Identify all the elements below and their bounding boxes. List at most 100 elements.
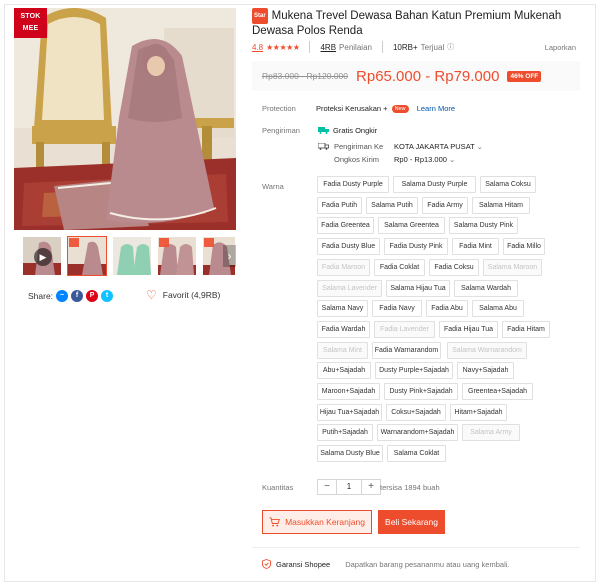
variant-option[interactable]: Fadia Wardah bbox=[317, 321, 370, 338]
info-icon[interactable]: ⓘ bbox=[447, 42, 454, 52]
variant-option: Salama Lavender bbox=[317, 280, 382, 297]
review-label: Penilaian bbox=[339, 42, 372, 52]
variant-option[interactable]: Salama Wardah bbox=[454, 280, 518, 297]
protection-text: Proteksi Kerusakan + bbox=[316, 104, 388, 113]
divider bbox=[381, 41, 383, 53]
main-product-image[interactable]: STOK MEE bbox=[14, 8, 236, 230]
variant-option: Fadia Lavender bbox=[374, 321, 435, 338]
variant-option[interactable]: Greentea+Sajadah bbox=[462, 383, 533, 400]
product-photo bbox=[14, 8, 236, 230]
free-shipping-truck-icon bbox=[318, 127, 329, 134]
chevron-down-icon: ⌄ bbox=[446, 155, 456, 164]
heart-icon: ♡ bbox=[146, 288, 157, 302]
favorite-button[interactable]: ♡ Favorit (4,9RB) bbox=[146, 288, 220, 302]
report-link[interactable]: Laporkan bbox=[545, 43, 576, 52]
original-price: Rp83.000 - Rp120.000 bbox=[262, 71, 349, 81]
variant-option[interactable]: Salama Putih bbox=[366, 197, 418, 214]
facebook-icon[interactable]: f bbox=[71, 290, 84, 302]
share-label: Share: bbox=[28, 291, 54, 301]
quantity-label: Kuantitas bbox=[262, 483, 294, 492]
badge-line-1: STOK bbox=[20, 13, 41, 20]
shipping-label: Pengiriman bbox=[262, 126, 300, 135]
thumbnail-image-2[interactable] bbox=[112, 236, 152, 276]
quantity-increase-button[interactable]: + bbox=[361, 479, 381, 495]
quantity-input[interactable]: 1 bbox=[337, 479, 361, 495]
shipping-to-label: Pengiriman Ke bbox=[334, 142, 384, 151]
quantity-decrease-button[interactable]: − bbox=[317, 479, 337, 495]
variant-option[interactable]: Fadia Coksu bbox=[429, 259, 479, 276]
variant-option[interactable]: Salama Hitam bbox=[472, 197, 530, 214]
learn-more-link[interactable]: Learn More bbox=[417, 104, 455, 113]
variant-option[interactable]: Dusty Purple+Sajadah bbox=[375, 362, 453, 379]
variant-option[interactable]: Fadia Mint bbox=[452, 238, 499, 255]
guarantee-text: Dapatkan barang pesananmu atau uang kemb… bbox=[345, 559, 510, 569]
variant-option[interactable]: Salama Coksu bbox=[480, 176, 536, 193]
pinterest-icon[interactable]: P bbox=[86, 290, 99, 302]
variant-option[interactable]: Putih+Sajadah bbox=[317, 424, 373, 441]
current-price: Rp65.000 - Rp79.000 bbox=[356, 67, 500, 85]
shipping-cost[interactable]: Rp0 - Rp13.000 ⌄ bbox=[394, 155, 455, 164]
variant-option[interactable]: Fadia Millo bbox=[503, 238, 545, 255]
product-page: STOK MEE ▶ › Share: ~ f P t ♡ Favorit (4… bbox=[0, 0, 600, 586]
shipping-destination-text: KOTA JAKARTA PUSAT bbox=[394, 142, 475, 151]
variant-option[interactable]: Fadia Hitam bbox=[502, 321, 550, 338]
chevron-down-icon: ⌄ bbox=[474, 142, 483, 151]
variant-option[interactable]: Fadia Warnarandom bbox=[372, 342, 441, 359]
variant-label: Warna bbox=[262, 182, 284, 191]
variant-option: Salama Maroon bbox=[483, 259, 542, 276]
variant-option[interactable]: Abu+Sajadah bbox=[317, 362, 371, 379]
rating-stars: ★★★★★ bbox=[266, 42, 300, 52]
thumbnail-strip: ▶ › bbox=[14, 236, 236, 278]
variant-option: Salama Mint bbox=[317, 342, 368, 359]
free-shipping-text: Gratis Ongkir bbox=[333, 126, 378, 135]
variant-option[interactable]: Salama Navy bbox=[317, 300, 368, 317]
review-count[interactable]: 4RB bbox=[320, 43, 336, 52]
variant-option[interactable]: Salama Abu bbox=[472, 300, 524, 317]
add-to-cart-button[interactable]: Masukkan Keranjang bbox=[262, 510, 372, 534]
rating-value[interactable]: 4.8 bbox=[252, 43, 263, 52]
variant-option: Salama Army bbox=[462, 424, 520, 441]
variant-option[interactable]: Salama Coklat bbox=[387, 445, 446, 462]
variant-option[interactable]: Fadia Dusty Purple bbox=[317, 176, 389, 193]
variant-option[interactable]: Maroon+Sajadah bbox=[317, 383, 380, 400]
variant-option[interactable]: Dusty Pink+Sajadah bbox=[384, 383, 458, 400]
buy-now-button[interactable]: Beli Sekarang bbox=[378, 510, 445, 534]
variant-option[interactable]: Salama Greentea bbox=[378, 217, 445, 234]
quantity-stepper: − 1 + bbox=[317, 479, 381, 495]
divider bbox=[252, 547, 580, 548]
variant-option[interactable]: Fadia Greentea bbox=[317, 217, 374, 234]
twitter-icon[interactable]: t bbox=[101, 290, 114, 302]
variant-option[interactable]: Warnarandom+Sajadah bbox=[377, 424, 458, 441]
variant-option[interactable]: Coksu+Sajadah bbox=[386, 404, 446, 421]
variant-option[interactable]: Fadia Hijau Tua bbox=[439, 321, 498, 338]
shipping-destination[interactable]: KOTA JAKARTA PUSAT ⌄ bbox=[394, 142, 483, 151]
share-row: Share: ~ f P t bbox=[28, 290, 114, 302]
stok-mee-badge: STOK MEE bbox=[14, 8, 47, 38]
product-title-text: Mukena Trevel Dewasa Bahan Katun Premium… bbox=[252, 10, 562, 37]
variant-option[interactable]: Salama Hijau Tua bbox=[386, 280, 450, 297]
thumbnail-image-3[interactable] bbox=[157, 236, 197, 276]
variant-option[interactable]: Fadia Dusty Blue bbox=[317, 238, 380, 255]
thumbnail-video[interactable]: ▶ bbox=[22, 236, 62, 276]
badge-line-2: MEE bbox=[22, 25, 39, 32]
messenger-icon[interactable]: ~ bbox=[56, 290, 69, 302]
guarantee-title: Garansi Shopee bbox=[276, 559, 331, 569]
variant-option: Fadia Maroon bbox=[317, 259, 370, 276]
variant-option[interactable]: Fadia Army bbox=[422, 197, 468, 214]
variant-option[interactable]: Fadia Abu bbox=[426, 300, 468, 317]
variant-option[interactable]: Hitam+Sajadah bbox=[450, 404, 507, 421]
variant-option[interactable]: Hijau Tua+Sajadah bbox=[317, 404, 382, 421]
discount-badge: 46% OFF bbox=[507, 70, 542, 82]
variant-option[interactable]: Fadia Navy bbox=[372, 300, 422, 317]
variant-option[interactable]: Fadia Dusty Pink bbox=[384, 238, 448, 255]
variant-option[interactable]: Fadia Coklat bbox=[374, 259, 425, 276]
variant-option[interactable]: Navy+Sajadah bbox=[457, 362, 514, 379]
new-badge: New bbox=[391, 105, 409, 113]
variant-option[interactable]: Salama Dusty Pink bbox=[449, 217, 518, 234]
variant-option[interactable]: Fadia Putih bbox=[317, 197, 362, 214]
variant-option[interactable]: Salama Dusty Blue bbox=[317, 445, 383, 462]
rating-row: 4.8 ★★★★★ 4RB Penilaian 10RB+ Terjual ⓘ … bbox=[252, 41, 580, 53]
chevron-right-icon[interactable]: › bbox=[223, 245, 236, 267]
thumbnail-image-1[interactable] bbox=[67, 236, 107, 276]
variant-option[interactable]: Salama Dusty Purple bbox=[393, 176, 476, 193]
